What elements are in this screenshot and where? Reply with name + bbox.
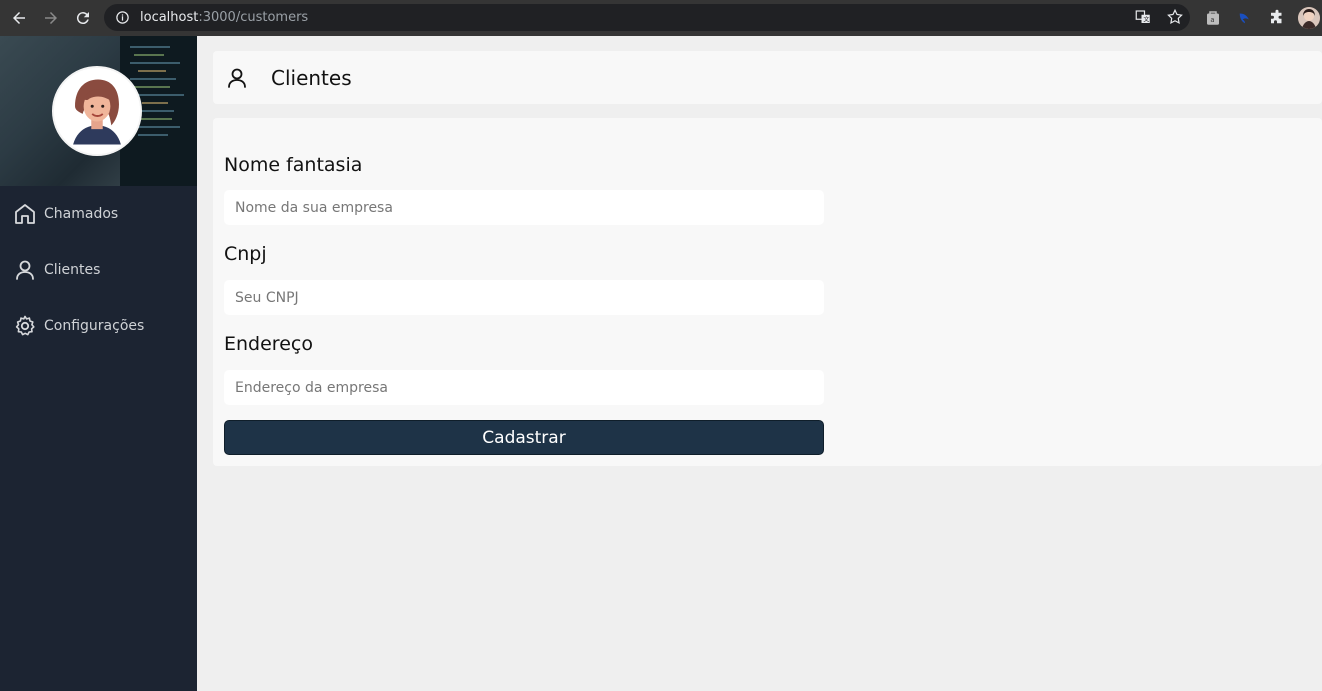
user-avatar[interactable] xyxy=(52,66,142,156)
extensions-puzzle-icon[interactable] xyxy=(1267,8,1287,28)
sidebar: Chamados Clientes Configurações xyxy=(0,36,197,691)
reload-button[interactable] xyxy=(72,7,94,29)
sidebar-menu: Chamados Clientes Configurações xyxy=(0,186,197,354)
url-text[interactable]: localhost:3000/customers xyxy=(140,10,308,25)
sidebar-header-image xyxy=(0,36,197,186)
endereco-label: Endereço xyxy=(224,333,313,355)
sidebar-item-label: Configurações xyxy=(44,318,145,334)
customer-form: Nome fantasia Cnpj Endereço Cadastrar xyxy=(213,118,1322,466)
sidebar-item-chamados[interactable]: Chamados xyxy=(0,186,197,242)
user-icon xyxy=(228,68,246,88)
endereco-input[interactable] xyxy=(224,370,824,405)
user-icon xyxy=(12,257,38,283)
arrow-left-icon xyxy=(13,12,25,24)
cadastrar-button[interactable]: Cadastrar xyxy=(224,420,824,455)
forward-button[interactable] xyxy=(40,7,62,29)
sidebar-item-configuracoes[interactable]: Configurações xyxy=(0,298,197,354)
address-bar[interactable]: localhost:3000/customers 文 xyxy=(104,4,1190,31)
cnpj-input[interactable] xyxy=(224,280,824,315)
star-icon[interactable] xyxy=(1166,8,1184,26)
browser-toolbar: localhost:3000/customers 文 a xyxy=(0,0,1322,36)
nome-fantasia-label: Nome fantasia xyxy=(224,154,363,176)
site-info-icon[interactable] xyxy=(114,10,130,26)
sidebar-item-label: Clientes xyxy=(44,262,101,278)
url-host: localhost xyxy=(140,10,199,25)
gear-icon xyxy=(12,313,38,339)
extension-bird-icon[interactable] xyxy=(1235,8,1255,28)
page-title: Clientes xyxy=(271,65,352,90)
url-path: :3000/customers xyxy=(198,10,309,25)
nome-fantasia-input[interactable] xyxy=(224,190,824,225)
translate-icon[interactable]: 文 xyxy=(1134,8,1152,26)
svg-text:a: a xyxy=(1210,16,1214,24)
sidebar-item-clientes[interactable]: Clientes xyxy=(0,242,197,298)
home-icon xyxy=(12,201,38,227)
cnpj-label: Cnpj xyxy=(224,243,267,265)
extension-a-icon[interactable]: a xyxy=(1203,8,1223,28)
profile-avatar[interactable] xyxy=(1298,7,1320,29)
back-button[interactable] xyxy=(8,7,30,29)
sidebar-item-label: Chamados xyxy=(44,206,119,222)
page-header: Clientes xyxy=(213,51,1322,104)
arrow-right-icon xyxy=(45,12,57,24)
reload-icon xyxy=(76,12,89,25)
svg-text:文: 文 xyxy=(1143,16,1149,24)
